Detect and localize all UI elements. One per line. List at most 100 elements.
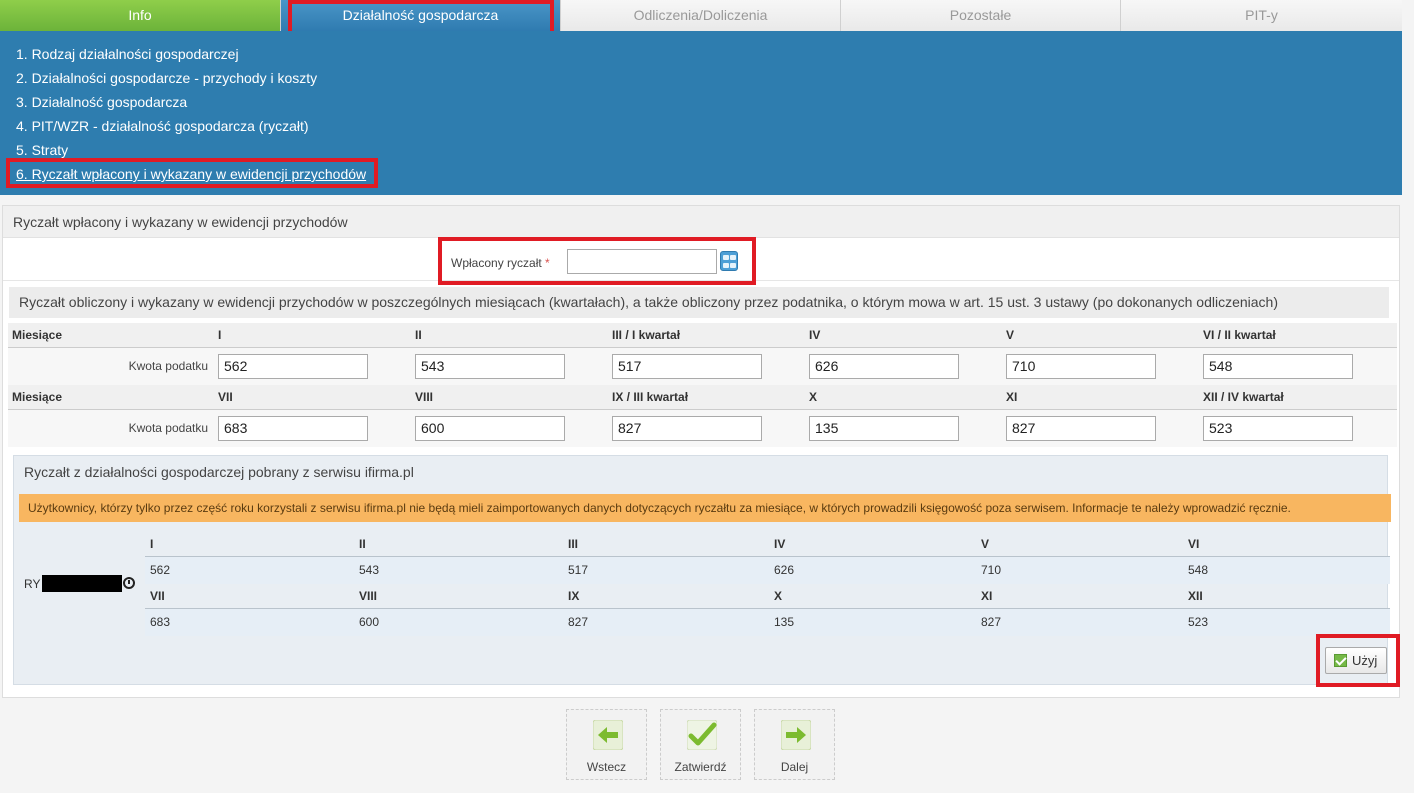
monthly-tax-grid: Miesiące I II III / I kwartał IV V VI / …	[8, 323, 1397, 447]
month-header: IV	[769, 532, 976, 557]
month-header: IX	[563, 584, 769, 609]
amount-label: Kwota podatku	[8, 347, 218, 385]
tax-input[interactable]: 517	[612, 353, 762, 379]
tax-input[interactable]: 543	[415, 353, 565, 379]
tab-business-activity[interactable]: Działalność gospodarcza	[281, 0, 561, 31]
next-button[interactable]: Dalej	[754, 709, 835, 780]
app-root: Info Działalność gospodarcza Odliczenia/…	[0, 0, 1414, 793]
ifirma-value: 827	[976, 608, 1183, 636]
back-button[interactable]: Wstecz	[566, 709, 647, 780]
tax-input[interactable]: 600	[415, 415, 565, 441]
tax-input[interactable]: 626	[809, 353, 959, 379]
arrow-right-icon	[781, 720, 811, 750]
paid-label: Wpłacony ryczałt *	[451, 256, 550, 270]
ifirma-table: I II III IV V VI 562 543 517 626 710 548…	[145, 532, 1390, 636]
month-header: I	[218, 323, 415, 348]
tax-amount-row: Kwota podatku 562 543 517 626 710 548	[8, 347, 1397, 385]
tab-deductions[interactable]: Odliczenia/Doliczenia	[561, 0, 841, 31]
nav-item-flat-rate-paid[interactable]: 6. Ryczałt wpłacony i wykazany w ewidenc…	[16, 162, 1402, 186]
tax-amount-row: Kwota podatku 683 600 827 135 827 523	[8, 409, 1397, 447]
ifirma-value: 683	[145, 608, 354, 636]
tax-input[interactable]: 683	[218, 415, 368, 441]
ifirma-box: Ryczałt z działalności gospodarczej pobr…	[13, 455, 1391, 685]
month-header: III	[563, 532, 769, 557]
paid-flat-rate-input[interactable]	[567, 249, 717, 274]
ifirma-value: 710	[976, 556, 1183, 584]
month-header: X	[769, 584, 976, 609]
month-header: XI	[976, 584, 1183, 609]
tax-input[interactable]: 562	[218, 353, 368, 379]
tax-input[interactable]: 523	[1203, 415, 1353, 441]
nav-item-business-activity[interactable]: 3. Działalność gospodarcza	[16, 90, 1402, 114]
month-header: XII / IV kwartał	[1203, 385, 1397, 410]
tax-input[interactable]: 135	[809, 415, 959, 441]
month-header: X	[809, 385, 1006, 410]
nav-item-losses[interactable]: 5. Straty	[16, 138, 1402, 162]
tax-cell: 600	[415, 409, 612, 447]
tax-cell: 827	[1006, 409, 1203, 447]
tab-bar: Info Działalność gospodarcza Odliczenia/…	[0, 0, 1402, 31]
tax-input[interactable]: 827	[612, 415, 762, 441]
month-label: Miesiące	[8, 385, 218, 410]
nav-item-activity-type[interactable]: 1. Rodzaj działalności gospodarczej	[16, 42, 1402, 66]
nav-item-pit-wzr[interactable]: 4. PIT/WZR - działalność gospodarcza (ry…	[16, 114, 1402, 138]
ifirma-value-row: 562 543 517 626 710 548	[145, 556, 1390, 584]
calculator-icon[interactable]	[720, 251, 738, 271]
redacted-block	[42, 575, 122, 592]
month-header: VIII	[415, 385, 612, 410]
ifirma-value: 523	[1183, 608, 1390, 636]
tax-cell: 562	[218, 347, 415, 385]
tax-cell: 683	[218, 409, 415, 447]
tax-cell: 548	[1203, 347, 1397, 385]
flat-rate-panel: Ryczałt wpłacony i wykazany w ewidencji …	[2, 205, 1400, 698]
tax-cell: 517	[612, 347, 809, 385]
month-header: II	[415, 323, 612, 348]
month-header: V	[1006, 323, 1203, 348]
tab-pit-forms[interactable]: PIT-y	[1121, 0, 1402, 31]
month-header: II	[354, 532, 563, 557]
ifirma-value: 600	[354, 608, 563, 636]
ifirma-title: Ryczałt z działalności gospodarczej pobr…	[24, 464, 414, 480]
required-marker: *	[545, 256, 550, 270]
warning-banner: Użytkownicy, którzy tylko przez część ro…	[19, 494, 1391, 522]
use-button-label: Użyj	[1352, 653, 1378, 668]
tax-cell: 523	[1203, 409, 1397, 447]
section-title: Ryczałt obliczony i wykazany w ewidencji…	[9, 287, 1389, 318]
tax-input[interactable]: 710	[1006, 353, 1156, 379]
amount-label: Kwota podatku	[8, 409, 218, 447]
month-header: I	[145, 532, 354, 557]
panel-title: Ryczałt wpłacony i wykazany w ewidencji …	[3, 206, 1399, 238]
tax-cell: 626	[809, 347, 1006, 385]
paid-row: Wpłacony ryczałt *	[3, 243, 1399, 281]
tax-input[interactable]: 827	[1006, 415, 1156, 441]
next-label: Dalej	[780, 760, 809, 774]
nav-item-income-costs[interactable]: 2. Działalności gospodarcze - przychody …	[16, 66, 1402, 90]
ifirma-value: 626	[769, 556, 976, 584]
tax-input[interactable]: 548	[1203, 353, 1353, 379]
month-header: IX / III kwartał	[612, 385, 809, 410]
month-header: XI	[1006, 385, 1203, 410]
month-header: IV	[809, 323, 1006, 348]
arrow-left-icon	[593, 720, 623, 750]
confirm-button[interactable]: Zatwierdź	[660, 709, 741, 780]
tab-other[interactable]: Pozostałe	[841, 0, 1121, 31]
use-button[interactable]: Użyj	[1325, 647, 1387, 674]
ifirma-value: 135	[769, 608, 976, 636]
ifirma-value: 517	[563, 556, 769, 584]
month-label: Miesiące	[8, 323, 218, 348]
clock-icon[interactable]	[123, 577, 135, 589]
ry-label: RY	[24, 577, 41, 591]
month-header: VIII	[354, 584, 563, 609]
checkmark-icon	[687, 720, 717, 750]
month-header: VI / II kwartał	[1203, 323, 1397, 348]
month-header-row: Miesiące VII VIII IX / III kwartał X XI …	[8, 385, 1397, 410]
checkbox-icon	[1334, 654, 1347, 667]
confirm-label: Zatwierdź	[674, 760, 727, 774]
tab-info[interactable]: Info	[0, 0, 281, 31]
tax-cell: 135	[809, 409, 1006, 447]
month-header-row: Miesiące I II III / I kwartał IV V VI / …	[8, 323, 1397, 348]
month-header: VII	[145, 584, 354, 609]
ifirma-header-row: I II III IV V VI	[145, 532, 1390, 557]
back-label: Wstecz	[586, 760, 627, 774]
tax-cell: 543	[415, 347, 612, 385]
